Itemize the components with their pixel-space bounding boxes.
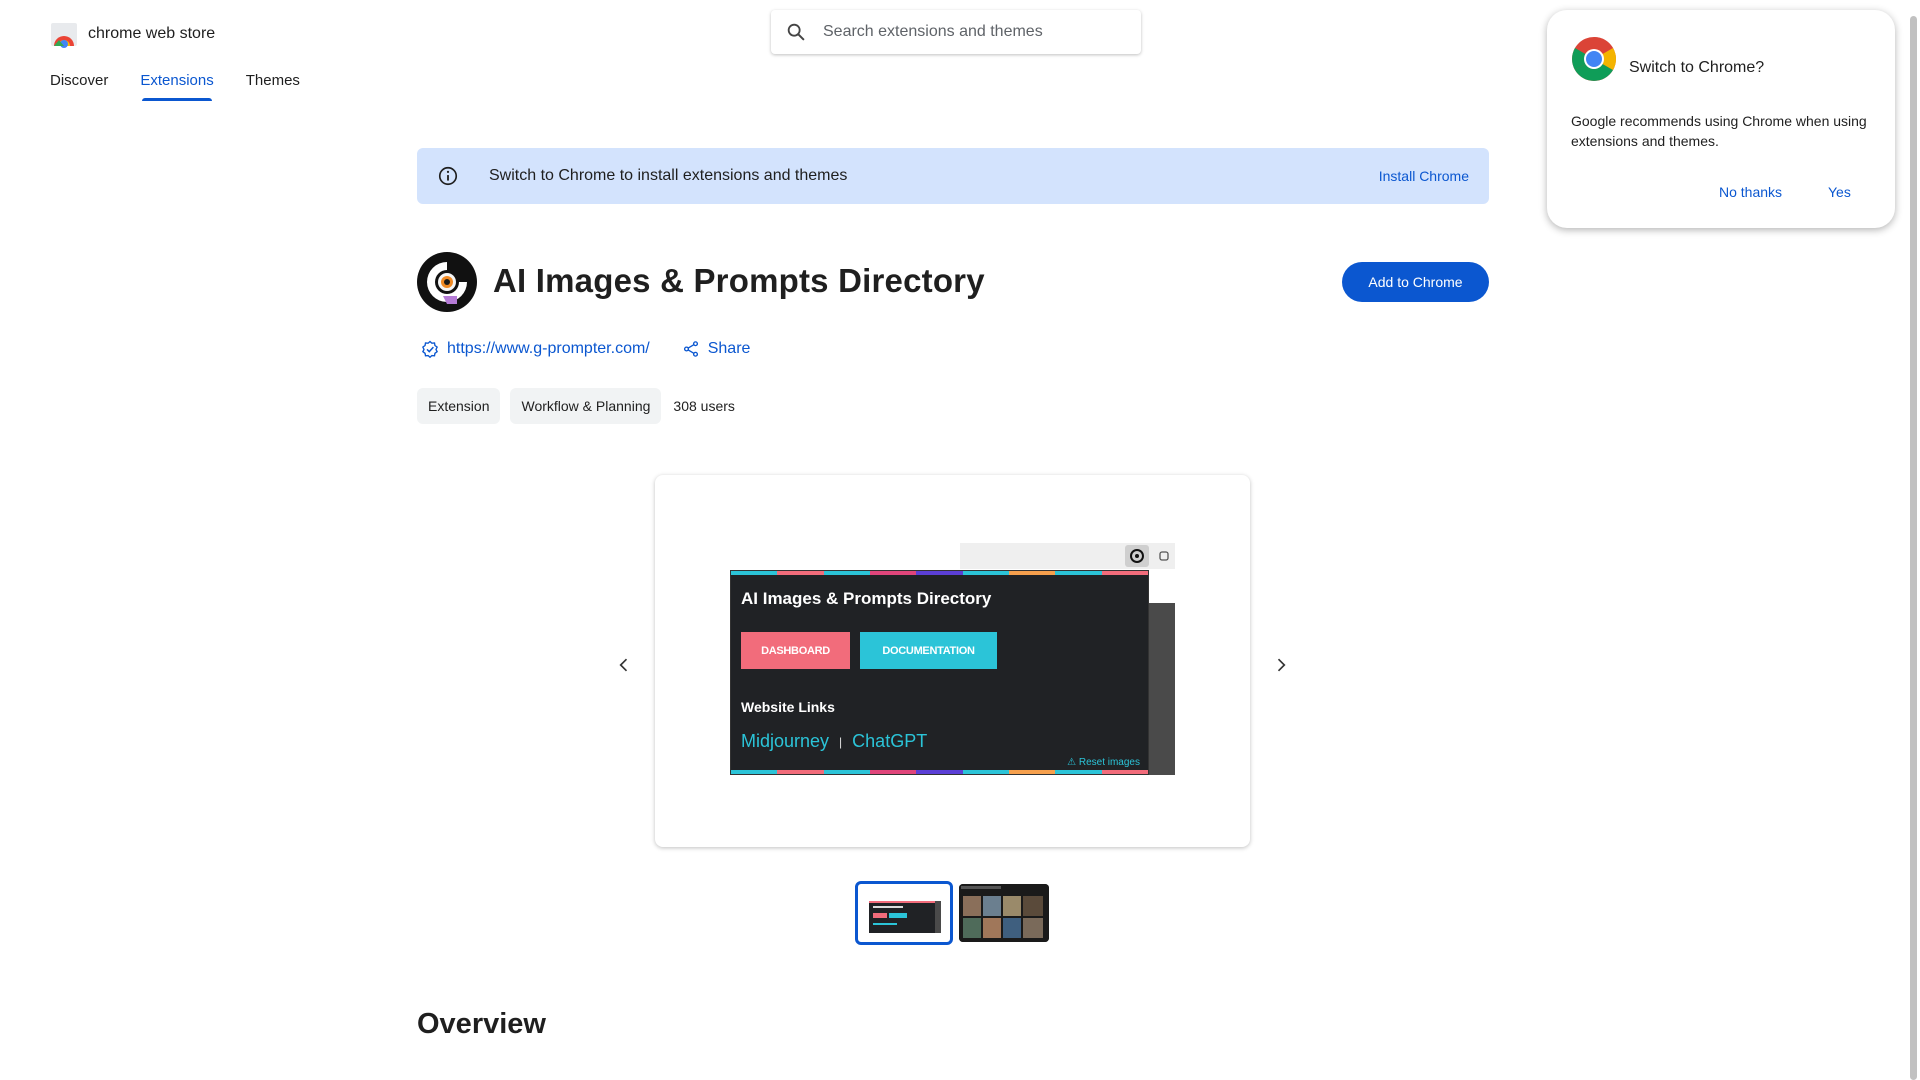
tab-themes[interactable]: Themes (246, 72, 300, 101)
thumbnail-1-image (861, 887, 947, 939)
extension-logo (417, 252, 477, 312)
extension-title: AI Images & Prompts Directory (493, 262, 985, 299)
screenshot-title: AI Images & Prompts Directory (741, 589, 992, 608)
screenshot-link-chatgpt: ChatGPT (852, 731, 928, 751)
screenshot-documentation-button: DOCUMENTATION (860, 632, 997, 669)
thumbnail-2-image (959, 884, 1049, 942)
screenshot-link-midjourney: Midjourney (741, 731, 830, 751)
share-icon (683, 341, 698, 357)
tab-discover[interactable]: Discover (50, 72, 108, 101)
store-logo[interactable]: chrome web store (50, 20, 215, 48)
screenshot-subtitle: Website Links (741, 699, 835, 715)
switch-to-chrome-dialog: Switch to Chrome? Google recommends usin… (1547, 10, 1895, 228)
thumbnail-1[interactable] (855, 881, 953, 945)
switch-to-chrome-banner: Switch to Chrome to install extensions a… (417, 148, 1489, 204)
extension-meta: https://www.g-prompter.com/ Share (421, 340, 750, 358)
no-thanks-button[interactable]: No thanks (1719, 184, 1782, 200)
store-name: chrome web store (88, 25, 216, 42)
screenshot-popup-panel: AI Images & Prompts Directory DASHBOARD … (730, 570, 1149, 775)
search-input[interactable] (823, 23, 1113, 41)
carousel-prev-button[interactable] (609, 650, 639, 680)
share-label: Share (707, 340, 751, 357)
screenshot-links: Midjourney | ChatGPT (741, 731, 927, 752)
website-link[interactable]: https://www.g-prompter.com/ (421, 340, 650, 358)
carousel-thumbnails (855, 881, 1049, 945)
website-url: https://www.g-prompter.com/ (447, 340, 650, 357)
thumbnail-2[interactable] (959, 884, 1049, 942)
banner-text: Switch to Chrome to install extensions a… (489, 167, 848, 184)
main-nav: Discover Extensions Themes (50, 72, 300, 101)
verified-icon (422, 340, 438, 358)
scrollbar-thumb[interactable] (1910, 16, 1917, 1080)
screenshot-dashboard-button: DASHBOARD (741, 632, 850, 669)
color-stripe-bottom (731, 770, 1148, 774)
color-stripe-top (731, 571, 1148, 575)
install-chrome-link[interactable]: Install Chrome (1379, 168, 1469, 184)
chrome-icon (1571, 36, 1617, 82)
chevron-left-icon (619, 658, 628, 672)
tab-extensions[interactable]: Extensions (140, 72, 214, 101)
chip-row: Extension Workflow & Planning 308 users (417, 388, 735, 424)
chevron-right-icon (1277, 658, 1286, 672)
add-to-chrome-button[interactable]: Add to Chrome (1342, 262, 1489, 302)
chip-extension[interactable]: Extension (417, 388, 501, 424)
user-count: 308 users (673, 398, 735, 414)
screenshot-link-separator: | (839, 734, 843, 749)
screenshot-carousel[interactable]: AI Images & Prompts Directory DASHBOARD … (655, 475, 1250, 847)
dialog-title: Switch to Chrome? (1629, 59, 1765, 76)
info-icon (438, 166, 458, 186)
chrome-web-store-icon (50, 20, 78, 48)
overview-heading: Overview (417, 1008, 546, 1040)
screenshot-reset-link: ⚠ Reset images (1067, 757, 1140, 768)
screenshot-sidebar (1148, 603, 1175, 775)
search-icon (787, 23, 805, 41)
share-button[interactable]: Share (682, 340, 751, 358)
dialog-body: Google recommends using Chrome when usin… (1571, 113, 1867, 149)
yes-button[interactable]: Yes (1828, 184, 1851, 200)
search-box[interactable] (771, 10, 1141, 54)
chip-category[interactable]: Workflow & Planning (510, 388, 662, 424)
puzzle-icon (1155, 547, 1173, 565)
page-scrollbar[interactable] (1906, 0, 1920, 1080)
carousel-next-button[interactable] (1266, 650, 1296, 680)
extension-toolbar-icon (1125, 545, 1149, 567)
